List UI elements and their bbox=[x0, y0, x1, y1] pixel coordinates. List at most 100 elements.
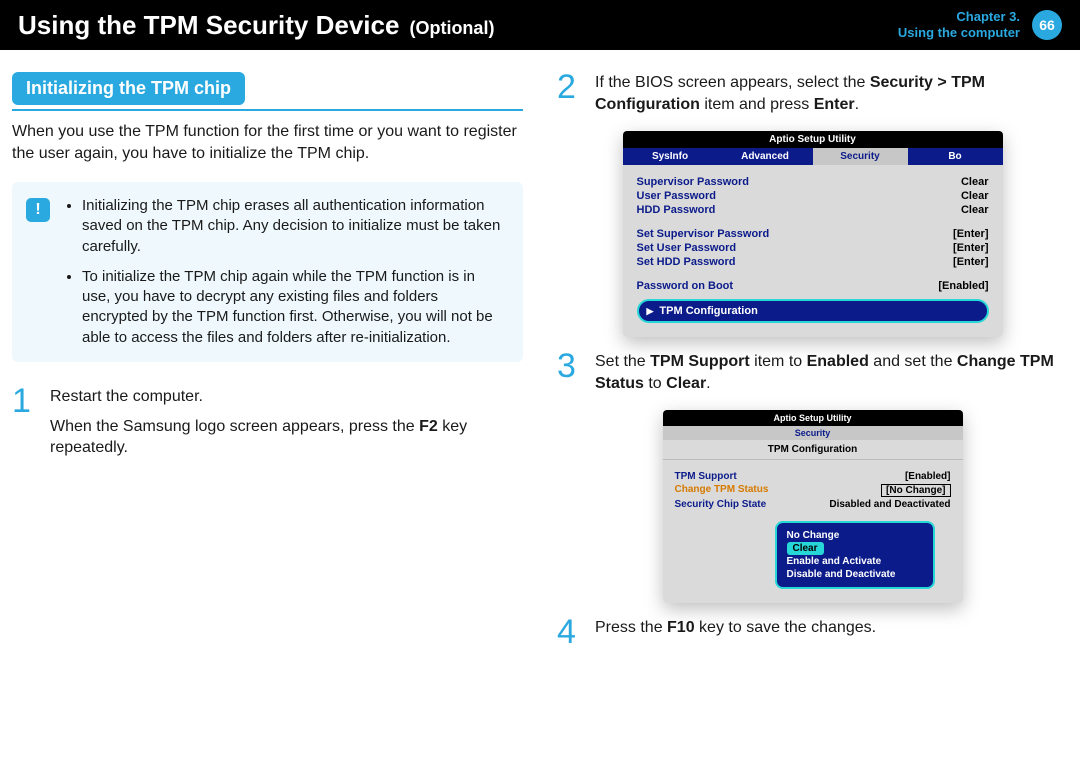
bios-row: Set Supervisor Password [Enter] bbox=[637, 227, 989, 241]
step-body: Press the F10 key to save the changes. bbox=[595, 617, 876, 648]
bios-row: TPM Support [Enabled] bbox=[675, 470, 951, 483]
text: Press the bbox=[595, 619, 667, 636]
text: item to bbox=[750, 353, 807, 370]
bios-row: Password on Boot [Enabled] bbox=[637, 279, 989, 293]
breadcrumb-chapter: Chapter 3. bbox=[898, 9, 1020, 25]
bios-value: Clear bbox=[961, 176, 989, 188]
section-title-underline bbox=[12, 109, 523, 111]
step-4: 4 Press the F10 key to save the changes. bbox=[557, 617, 1068, 648]
bios-title: Aptio Setup Utility bbox=[663, 410, 963, 426]
text: item and press bbox=[700, 96, 814, 113]
bios-row: Supervisor Password Clear bbox=[637, 175, 989, 189]
bios-value: [Enabled] bbox=[905, 471, 951, 482]
bios-row-selected: Change TPM Status [No Change] bbox=[675, 483, 951, 498]
bios-label: HDD Password bbox=[637, 204, 716, 216]
bios-value: Clear bbox=[961, 204, 989, 216]
step-1: 1 Restart the computer. When the Samsung… bbox=[12, 386, 523, 459]
bios-tab-sysinfo: SysInfo bbox=[623, 148, 718, 165]
step-1-line-2: When the Samsung logo screen appears, pr… bbox=[50, 416, 523, 459]
bios-value: [Enter] bbox=[953, 228, 988, 240]
bios-value: [No Change] bbox=[881, 484, 950, 497]
step-4-text: Press the F10 key to save the changes. bbox=[595, 617, 876, 639]
top-bar: Using the TPM Security Device (Optional)… bbox=[0, 0, 1080, 50]
section-intro: When you use the TPM function for the fi… bbox=[12, 121, 523, 164]
bios-value: Disabled and Deactivated bbox=[829, 499, 950, 510]
bios-title: Aptio Setup Utility bbox=[623, 131, 1003, 148]
bios-panel: Supervisor Password Clear User Password Cl… bbox=[623, 165, 1003, 337]
bios-row: Set User Password [Enter] bbox=[637, 241, 989, 255]
key-f2: F2 bbox=[419, 418, 438, 435]
bios-popup-option-selected: Clear bbox=[787, 542, 824, 555]
note-box: ! Initializing the TPM chip erases all a… bbox=[12, 182, 523, 362]
bios-label: Security Chip State bbox=[675, 499, 767, 510]
warning-icon: ! bbox=[26, 198, 50, 222]
bios-value: Clear bbox=[961, 190, 989, 202]
bios-value: [Enter] bbox=[953, 242, 988, 254]
step-1-line-1: Restart the computer. bbox=[50, 386, 523, 408]
bios-tab-boot: Bo bbox=[908, 148, 1003, 165]
step-number: 4 bbox=[557, 617, 583, 648]
step-body: If the BIOS screen appears, select the S… bbox=[595, 72, 1068, 115]
text: Set the bbox=[595, 353, 650, 370]
bios-value: [Enter] bbox=[953, 256, 988, 268]
bold: TPM Support bbox=[650, 353, 750, 370]
bios-popup: No Change Clear Enable and Activate Disa… bbox=[775, 521, 935, 589]
page-body: Initializing the TPM chip When you use t… bbox=[0, 50, 1080, 664]
title-main: Using the TPM Security Device bbox=[18, 10, 399, 41]
bios-screenshot-1: Aptio Setup Utility SysInfo Advanced Sec… bbox=[623, 131, 1003, 337]
bios-label: Set Supervisor Password bbox=[637, 228, 770, 240]
bios-label: Set User Password bbox=[637, 242, 737, 254]
bios-row: Set HDD Password [Enter] bbox=[637, 255, 989, 269]
step-3: 3 Set the TPM Support item to Enabled an… bbox=[557, 351, 1068, 394]
left-column: Initializing the TPM chip When you use t… bbox=[12, 72, 523, 664]
bios-selected-item: TPM Configuration bbox=[637, 299, 989, 323]
bios-popup-option: Enable and Activate bbox=[787, 555, 923, 568]
step-3-text: Set the TPM Support item to Enabled and … bbox=[595, 351, 1068, 394]
page-number: 66 bbox=[1039, 17, 1055, 33]
bios-label: Set HDD Password bbox=[637, 256, 736, 268]
step-number: 3 bbox=[557, 351, 583, 394]
bios-label: Supervisor Password bbox=[637, 176, 750, 188]
note-bullet: To initialize the TPM chip again while t… bbox=[82, 267, 505, 348]
title-optional: (Optional) bbox=[409, 18, 494, 39]
text: . bbox=[855, 96, 859, 113]
bios-label: User Password bbox=[637, 190, 716, 202]
text: . bbox=[706, 375, 710, 392]
bios-label: TPM Support bbox=[675, 471, 737, 482]
page-title: Using the TPM Security Device (Optional) bbox=[18, 10, 494, 41]
bios-tab-security: Security bbox=[813, 148, 908, 165]
step-2: 2 If the BIOS screen appears, select the… bbox=[557, 72, 1068, 115]
text: to bbox=[644, 375, 666, 392]
key-f10: F10 bbox=[667, 619, 695, 636]
bios-row: User Password Clear bbox=[637, 189, 989, 203]
note-list: Initializing the TPM chip erases all aut… bbox=[64, 196, 505, 348]
bios-tabs: SysInfo Advanced Security Bo bbox=[623, 148, 1003, 165]
bios-row: HDD Password Clear bbox=[637, 203, 989, 217]
bios-panel: TPM Support [Enabled] Change TPM Status [N… bbox=[663, 460, 963, 603]
bios-screenshot-2: Aptio Setup Utility Security TPM Configu… bbox=[663, 410, 963, 603]
page-number-badge: 66 bbox=[1032, 10, 1062, 40]
bios-label: Change TPM Status bbox=[675, 484, 769, 497]
bios-value: [Enabled] bbox=[938, 280, 988, 292]
bios-popup-option: Disable and Deactivate bbox=[787, 568, 923, 581]
bold: Enter bbox=[814, 96, 855, 113]
breadcrumb: Chapter 3. Using the computer 66 bbox=[898, 9, 1062, 42]
bios-row: Security Chip State Disabled and Deactiva… bbox=[675, 498, 951, 511]
step-body: Restart the computer. When the Samsung l… bbox=[50, 386, 523, 459]
right-column: 2 If the BIOS screen appears, select the… bbox=[557, 72, 1068, 664]
step-2-text: If the BIOS screen appears, select the S… bbox=[595, 72, 1068, 115]
step-body: Set the TPM Support item to Enabled and … bbox=[595, 351, 1068, 394]
bold: Clear bbox=[666, 375, 706, 392]
bios-label: Password on Boot bbox=[637, 280, 734, 292]
text: If the BIOS screen appears, select the bbox=[595, 74, 870, 91]
breadcrumb-section: Using the computer bbox=[898, 25, 1020, 41]
text: key to save the changes. bbox=[695, 619, 876, 636]
section-title: Initializing the TPM chip bbox=[12, 72, 245, 105]
breadcrumb-text: Chapter 3. Using the computer bbox=[898, 9, 1020, 42]
section-header-wrap: Initializing the TPM chip bbox=[12, 72, 523, 111]
bold: Enabled bbox=[807, 353, 869, 370]
note-bullet: Initializing the TPM chip erases all aut… bbox=[82, 196, 505, 257]
bios-tab-security: Security bbox=[663, 426, 963, 440]
bios-tab-advanced: Advanced bbox=[718, 148, 813, 165]
text: and set the bbox=[869, 353, 957, 370]
